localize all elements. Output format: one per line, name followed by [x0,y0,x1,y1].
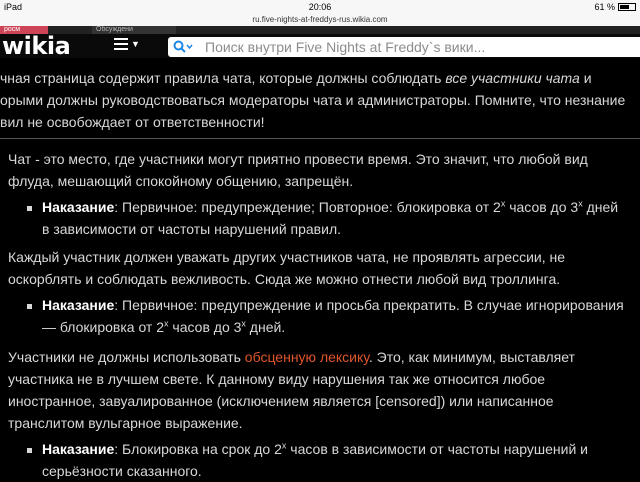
punishment-text: часов в зависимости от частоты нарушений… [286,441,588,457]
article-content: чная страница содержит правила чата, кот… [0,58,640,480]
punishment-text: : Первичное: предупреждение; Повторное: … [114,199,501,215]
menu-button[interactable]: ▼ [114,38,140,50]
punishment-text: дней. [245,319,286,335]
punishment-text: : Блокировка на срок до 2 [114,441,282,457]
status-bar: iPad 20:06 61 % [0,0,640,14]
rule-2-line-2: оскорблять и соблюдать вежливость. Сюда … [8,271,561,287]
wikia-logo[interactable]: wikia [2,32,71,60]
punishment-text: дней [582,199,619,215]
intro-line-2: орыми должны руководствоваться модератор… [0,92,626,108]
hamburger-icon [114,38,128,50]
punishment-text: часов до 3 [505,199,579,215]
punishment-label: Наказание [42,199,115,215]
rule-2-line-1: Каждый участник должен уважать других уч… [8,249,566,265]
punishment-text: : Первичное: предупреждение и просьба пр… [114,297,624,313]
intro-text: чная страница содержит правила чата, кот… [0,70,446,86]
intro-emphasis: все участники чата [445,70,580,86]
wikia-header: wikia ▼ Поиск внутри Five Nights at Fred… [0,32,640,60]
rule-3-punishment-line-2: серьёзности сказанного. [42,463,202,479]
intro-text: и [579,70,592,86]
search-placeholder: Поиск внутри Five Nights at Freddy`s вик… [205,39,486,55]
bullet-icon [27,448,32,453]
chevron-down-icon: ▼ [131,39,140,49]
battery-percent: 61 % [594,2,615,12]
rule-1-line-2: флуда, мешающий спокойному общению, запр… [8,173,354,189]
rule-2-punishment-line-2: — блокировка от 2x часов до 3x дней. [42,316,285,338]
clock: 20:06 [308,2,332,12]
punishment-label: Наказание [42,297,115,313]
search-input[interactable]: Поиск внутри Five Nights at Freddy`s вик… [168,37,640,57]
punishment-label: Наказание [42,441,115,457]
battery-status: 61 % [594,2,636,12]
rule-1-punishment-line-2: в зависимости от частоты нарушений прави… [42,221,341,237]
page-tabs: росм Обсуждени [0,26,640,34]
tab-discussions[interactable]: Обсуждени [92,26,176,34]
rule-3-punishment: Наказание: Блокировка на срок до 2x часо… [42,438,588,460]
rule-3-line-4: транслитом вульгарное выражение. [8,415,243,431]
rule-text: . Это, как минимум, выставляет [368,349,575,365]
rule-3-line-2: участника не в лучшем свете. К данному в… [8,371,546,387]
intro-line-3: вил не освобождает от ответственности! [0,114,265,130]
bullet-icon [27,206,32,211]
punishment-text: часов до 3 [168,319,242,335]
rule-1-punishment: Наказание: Первичное: предупреждение; По… [42,196,618,218]
search-icon [173,40,193,54]
rule-text: Участники не должны использовать [8,349,245,365]
rule-3-line-1: Участники не должны использовать обсценн… [8,346,575,368]
address-bar[interactable]: ru.five-nights-at-freddys-rus.wikia.com [0,14,640,26]
battery-fill [620,5,629,9]
obscene-language-link[interactable]: обсценную лексику [245,349,369,365]
rule-2-punishment: Наказание: Первичное: предупреждение и п… [42,294,624,316]
rule-1-line-1: Чат - это место, где участники могут при… [8,151,588,167]
battery-icon [618,3,636,11]
punishment-text: — блокировка от 2 [42,319,165,335]
rule-3-line-3: иностранное, завуалированное (исключение… [8,393,554,409]
bullet-icon [27,304,32,309]
divider [0,138,640,139]
intro-line-1: чная страница содержит правила чата, кот… [0,67,592,89]
